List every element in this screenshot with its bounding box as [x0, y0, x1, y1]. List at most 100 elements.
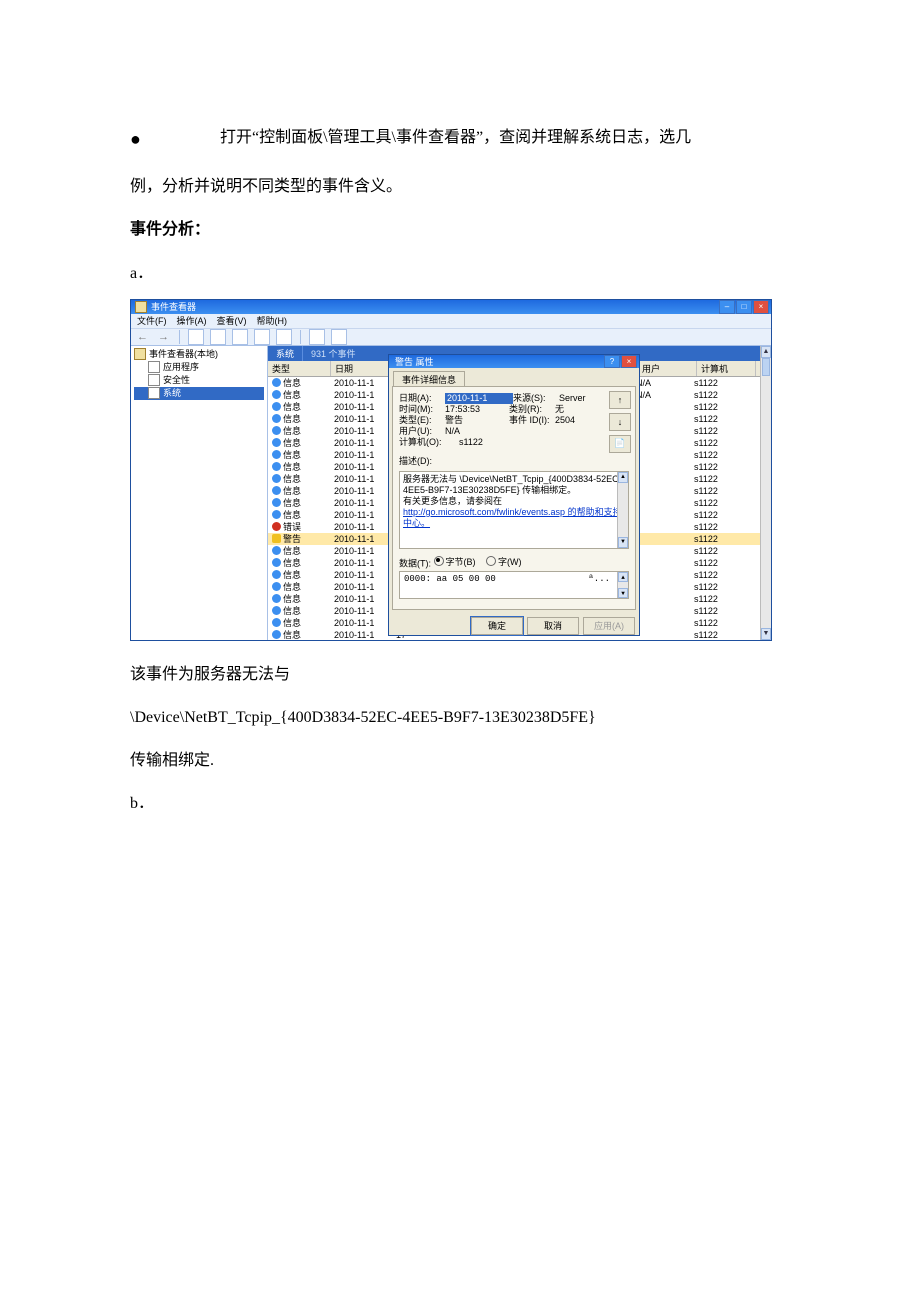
value-user: N/A	[445, 426, 619, 437]
col-computer[interactable]: 计算机	[697, 361, 756, 376]
cell: s1122	[690, 473, 748, 485]
forward-icon[interactable]: →	[156, 331, 171, 343]
cell	[632, 605, 690, 617]
label-eventid: 事件 ID(I):	[509, 415, 555, 426]
col-date[interactable]: 日期	[331, 361, 394, 376]
cell: s1122	[690, 569, 748, 581]
tree-item-security[interactable]: 安全性	[134, 374, 264, 387]
data-scrollbar[interactable]: ▲ ▼	[617, 572, 628, 598]
scroll-thumb[interactable]	[762, 358, 770, 376]
scroll-up-icon[interactable]: ▲	[618, 472, 628, 483]
info-icon	[272, 462, 281, 471]
cell	[632, 545, 690, 557]
radio-on-icon	[434, 556, 444, 566]
cell-type-text: 信息	[283, 425, 301, 437]
dialog-close-button[interactable]: ×	[621, 355, 637, 368]
list-view-icon[interactable]	[331, 329, 347, 345]
event-properties-dialog: 警告 属性 ? × 事件详细信息 ↑ ↓	[388, 354, 640, 636]
tree-root[interactable]: 事件查看器(本地)	[134, 348, 264, 361]
prev-event-button[interactable]: ↑	[609, 391, 631, 409]
show-hide-tree-icon[interactable]	[210, 329, 226, 345]
help-icon[interactable]	[309, 329, 325, 345]
event-count: 931 个事件	[303, 347, 364, 360]
menu-action[interactable]: 操作(A)	[177, 314, 207, 327]
col-type[interactable]: 类型	[268, 361, 331, 376]
cell: 2010-11-1	[330, 569, 392, 581]
label-type: 类型(E):	[399, 415, 445, 426]
minimize-button[interactable]: –	[719, 300, 735, 314]
cell-type: 信息	[268, 413, 330, 425]
cell: s1122	[690, 593, 748, 605]
tree-item-system[interactable]: 系统	[134, 387, 264, 400]
info-icon	[272, 606, 281, 615]
col-user[interactable]: 用户	[638, 361, 697, 376]
export-list-icon[interactable]	[276, 329, 292, 345]
cell	[632, 449, 690, 461]
cell: s1122	[690, 533, 748, 545]
cell	[632, 401, 690, 413]
radio-words-label: 字(W)	[498, 555, 522, 568]
cell-type-text: 信息	[283, 473, 301, 485]
vertical-scrollbar[interactable]: ▲ ▼	[760, 346, 771, 640]
up-icon[interactable]	[188, 329, 204, 345]
copy-event-button[interactable]: 📄	[609, 435, 631, 453]
cell-type-text: 信息	[283, 569, 301, 581]
radio-bytes[interactable]: 字节(B)	[434, 555, 476, 568]
ok-button[interactable]: 确定	[471, 617, 523, 635]
info-icon	[272, 558, 281, 567]
dialog-help-button[interactable]: ?	[604, 355, 620, 368]
menu-bar: 文件(F) 操作(A) 查看(V) 帮助(H)	[131, 314, 771, 329]
info-icon	[272, 594, 281, 603]
info-icon	[272, 630, 281, 639]
next-event-button[interactable]: ↓	[609, 413, 631, 431]
cell-type: 信息	[268, 425, 330, 437]
warn-icon	[272, 534, 281, 543]
intro-line-2: 例，分析并说明不同类型的事件含义。	[130, 169, 790, 204]
info-icon	[272, 414, 281, 423]
description-line-2: 有关更多信息，请参阅在	[403, 496, 625, 507]
heading-analysis: 事件分析：	[130, 212, 790, 247]
cell-type-text: 信息	[283, 617, 301, 629]
info-icon	[272, 570, 281, 579]
menu-file[interactable]: 文件(F)	[137, 314, 167, 327]
apply-button[interactable]: 应用(A)	[583, 617, 635, 635]
cell: s1122	[690, 521, 748, 533]
cell: s1122	[690, 413, 748, 425]
cell-type: 信息	[268, 557, 330, 569]
cell: 2010-11-1	[330, 485, 392, 497]
menu-help[interactable]: 帮助(H)	[257, 314, 288, 327]
cell: 2010-11-1	[330, 461, 392, 473]
cell: 2010-11-1	[330, 497, 392, 509]
maximize-button[interactable]: □	[736, 300, 752, 314]
scroll-up-icon[interactable]: ▲	[618, 572, 628, 582]
data-hex-value: 0000: aa 05 00 00	[404, 574, 496, 596]
info-icon	[272, 402, 281, 411]
cell: 2010-11-1	[330, 617, 392, 629]
scroll-up-icon[interactable]: ▲	[761, 346, 771, 358]
cell-type: 信息	[268, 473, 330, 485]
info-icon	[272, 498, 281, 507]
properties-icon[interactable]	[232, 329, 248, 345]
cancel-button[interactable]: 取消	[527, 617, 579, 635]
cell	[632, 629, 690, 640]
cell-type-text: 信息	[283, 377, 301, 389]
refresh-icon[interactable]	[254, 329, 270, 345]
info-icon	[272, 390, 281, 399]
cell-type-text: 信息	[283, 629, 301, 640]
description-link[interactable]: http://go.microsoft.com/fwlink/events.as…	[403, 507, 625, 529]
data-hex-field[interactable]: 0000: aa 05 00 00 ª... ▲ ▼	[399, 571, 629, 599]
menu-view[interactable]: 查看(V)	[217, 314, 247, 327]
cell: s1122	[690, 461, 748, 473]
description-field[interactable]: 服务器无法与 \Device\NetBT_Tcpip_{400D3834-52E…	[399, 471, 629, 549]
description-scrollbar[interactable]: ▲ ▼	[617, 472, 628, 548]
scroll-down-icon[interactable]: ▼	[618, 588, 628, 598]
close-button[interactable]: ×	[753, 300, 769, 314]
cell: s1122	[690, 437, 748, 449]
scroll-down-icon[interactable]: ▼	[618, 537, 628, 548]
dialog-tab-details[interactable]: 事件详细信息	[393, 371, 465, 387]
tree-item-application[interactable]: 应用程序	[134, 361, 264, 374]
scroll-down-icon[interactable]: ▼	[761, 628, 771, 640]
radio-words[interactable]: 字(W)	[486, 555, 522, 568]
back-icon[interactable]: ←	[135, 331, 150, 343]
cell: s1122	[690, 581, 748, 593]
